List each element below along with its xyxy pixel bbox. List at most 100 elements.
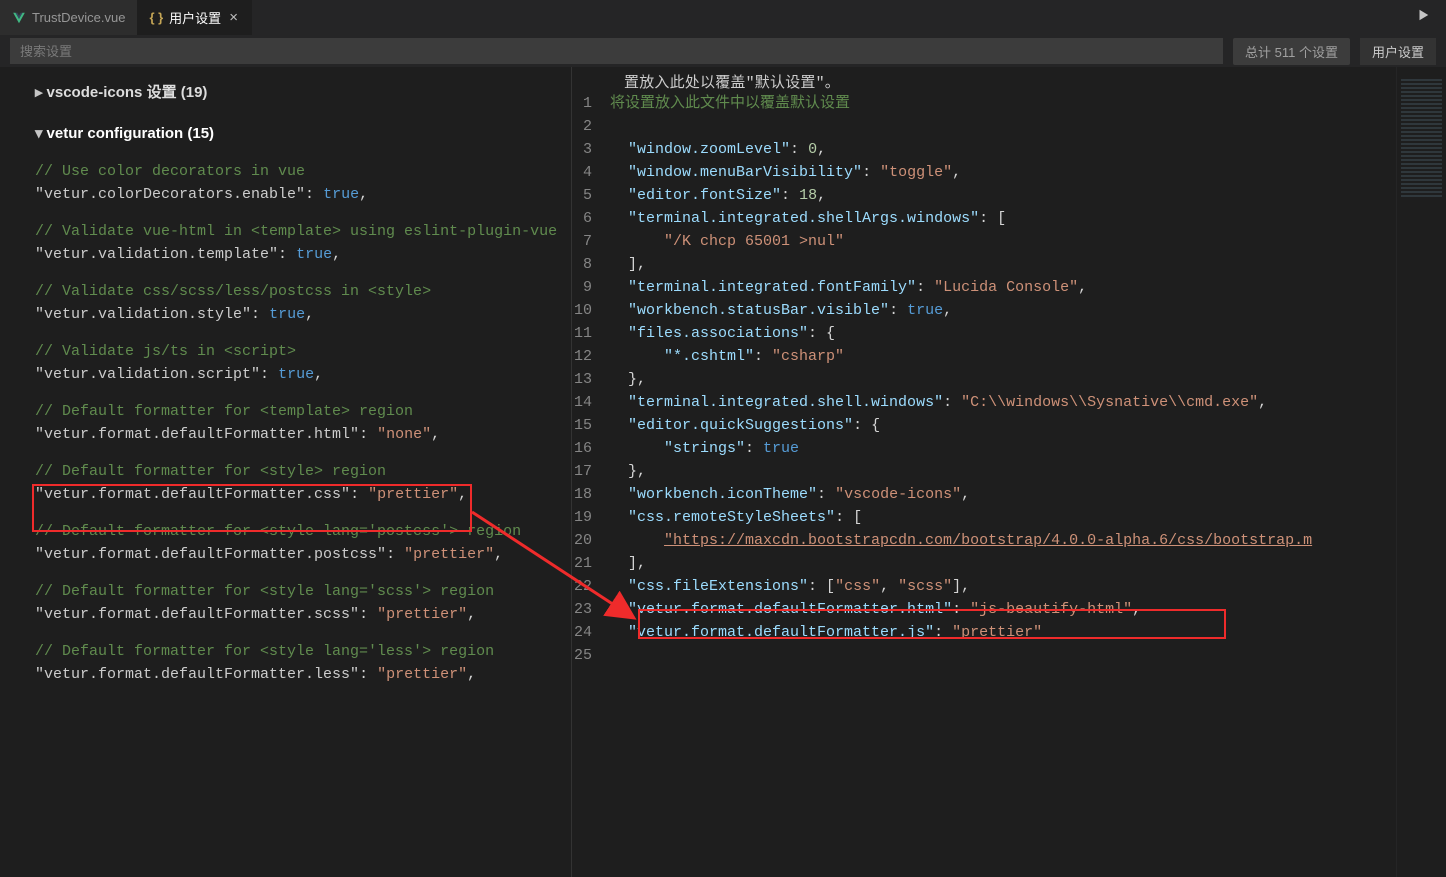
code-line[interactable]: 11 "files.associations": { — [572, 322, 1396, 345]
code-content: "strings": true — [610, 437, 1396, 460]
code-content: "window.menuBarVisibility": "toggle", — [610, 161, 1396, 184]
close-icon[interactable]: × — [227, 9, 240, 26]
section-vetur[interactable]: ▾ vetur configuration (15) — [35, 120, 571, 146]
setting-item[interactable]: // Default formatter for <style lang='le… — [35, 640, 567, 686]
setting-keyvalue: "vetur.validation.style": true, — [35, 303, 567, 326]
line-number: 19 — [572, 506, 610, 529]
tab-label: 用户设置 — [169, 8, 221, 27]
setting-item[interactable]: // Validate js/ts in <script>"vetur.vali… — [35, 340, 567, 386]
setting-comment: // Validate vue-html in <template> using… — [35, 220, 567, 243]
tab-label: TrustDevice.vue — [32, 10, 125, 25]
line-number: 13 — [572, 368, 610, 391]
code-content — [610, 115, 1396, 138]
code-line[interactable]: 14 "terminal.integrated.shell.windows": … — [572, 391, 1396, 414]
setting-item[interactable]: // Default formatter for <style> region"… — [35, 460, 567, 506]
tab-bar: TrustDevice.vue { } 用户设置 × — [0, 0, 1446, 35]
default-settings-pane: ▸ vscode-icons 设置 (19) ▾ vetur configura… — [0, 67, 572, 877]
line-number: 24 — [572, 621, 610, 644]
code-line[interactable]: 8 ], — [572, 253, 1396, 276]
tab-user-settings[interactable]: { } 用户设置 × — [137, 0, 252, 35]
settings-search-row: 总计 511 个设置 用户设置 — [0, 35, 1446, 67]
code-content: "css.remoteStyleSheets": [ — [610, 506, 1396, 529]
code-line[interactable]: 16 "strings": true — [572, 437, 1396, 460]
setting-comment: // Use color decorators in vue — [35, 160, 567, 183]
setting-keyvalue: "vetur.colorDecorators.enable": true, — [35, 183, 567, 206]
vue-file-icon — [12, 11, 26, 25]
code-line[interactable]: 18 "workbench.iconTheme": "vscode-icons"… — [572, 483, 1396, 506]
setting-comment: // Default formatter for <style lang='po… — [35, 520, 567, 543]
setting-comment: // Default formatter for <style lang='le… — [35, 640, 567, 663]
line-number: 5 — [572, 184, 610, 207]
line-number: 10 — [572, 299, 610, 322]
code-line[interactable]: 24 "vetur.format.defaultFormatter.js": "… — [572, 621, 1396, 644]
code-content: "/K chcp 65001 >nul" — [610, 230, 1396, 253]
line-number: 2 — [572, 115, 610, 138]
line-number: 14 — [572, 391, 610, 414]
code-line[interactable]: 10 "workbench.statusBar.visible": true, — [572, 299, 1396, 322]
code-line[interactable]: 19 "css.remoteStyleSheets": [ — [572, 506, 1396, 529]
code-content: "files.associations": { — [610, 322, 1396, 345]
code-line[interactable]: 22 "css.fileExtensions": ["css", "scss"]… — [572, 575, 1396, 598]
code-line[interactable]: 9 "terminal.integrated.fontFamily": "Luc… — [572, 276, 1396, 299]
setting-keyvalue: "vetur.format.defaultFormatter.postcss":… — [35, 543, 567, 566]
code-content: "terminal.integrated.shell.windows": "C:… — [610, 391, 1396, 414]
setting-item[interactable]: // Default formatter for <style lang='sc… — [35, 580, 567, 626]
code-line[interactable]: 23 "vetur.format.defaultFormatter.html":… — [572, 598, 1396, 621]
line-number: 17 — [572, 460, 610, 483]
code-line[interactable]: 21 ], — [572, 552, 1396, 575]
line-number: 23 — [572, 598, 610, 621]
setting-comment: // Default formatter for <style> region — [35, 460, 567, 483]
search-input[interactable] — [10, 38, 1223, 64]
code-line[interactable]: 4 "window.menuBarVisibility": "toggle", — [572, 161, 1396, 184]
line-number: 12 — [572, 345, 610, 368]
code-content: ], — [610, 552, 1396, 575]
code-content: "workbench.statusBar.visible": true, — [610, 299, 1396, 322]
setting-comment: // Default formatter for <template> regi… — [35, 400, 567, 423]
setting-item[interactable]: // Default formatter for <style lang='po… — [35, 520, 567, 566]
line-number: 1 — [572, 92, 610, 115]
code-content: ], — [610, 253, 1396, 276]
run-icon[interactable] — [1416, 8, 1430, 27]
setting-comment: // Default formatter for <style lang='sc… — [35, 580, 567, 603]
code-content: "workbench.iconTheme": "vscode-icons", — [610, 483, 1396, 506]
code-line[interactable]: 3 "window.zoomLevel": 0, — [572, 138, 1396, 161]
code-content: }, — [610, 460, 1396, 483]
code-line[interactable]: 25 — [572, 644, 1396, 667]
setting-item[interactable]: // Default formatter for <template> regi… — [35, 400, 567, 446]
setting-comment: // Validate css/scss/less/postcss in <st… — [35, 280, 567, 303]
code-line[interactable]: 1将设置放入此文件中以覆盖默认设置 — [572, 92, 1396, 115]
line-number: 3 — [572, 138, 610, 161]
section-vscode-icons[interactable]: ▸ vscode-icons 设置 (19) — [35, 77, 571, 106]
user-settings-tab[interactable]: 用户设置 — [1360, 38, 1436, 65]
code-line[interactable]: 7 "/K chcp 65001 >nul" — [572, 230, 1396, 253]
override-banner: 置放入此处以覆盖"默认设置"。 — [572, 67, 1396, 92]
code-line[interactable]: 15 "editor.quickSuggestions": { — [572, 414, 1396, 437]
setting-keyvalue: "vetur.format.defaultFormatter.scss": "p… — [35, 603, 567, 626]
settings-count: 总计 511 个设置 — [1233, 38, 1350, 65]
chevron-down-icon: ▾ — [35, 124, 43, 142]
setting-keyvalue: "vetur.validation.template": true, — [35, 243, 567, 266]
code-line[interactable]: 13 }, — [572, 368, 1396, 391]
line-number: 8 — [572, 253, 610, 276]
code-content: "editor.fontSize": 18, — [610, 184, 1396, 207]
code-line[interactable]: 20 "https://maxcdn.bootstrapcdn.com/boot… — [572, 529, 1396, 552]
code-line[interactable]: 12 "*.cshtml": "csharp" — [572, 345, 1396, 368]
code-content: "editor.quickSuggestions": { — [610, 414, 1396, 437]
setting-item[interactable]: // Validate vue-html in <template> using… — [35, 220, 567, 266]
setting-keyvalue: "vetur.validation.script": true, — [35, 363, 567, 386]
line-number: 16 — [572, 437, 610, 460]
code-line[interactable]: 6 "terminal.integrated.shellArgs.windows… — [572, 207, 1396, 230]
line-number: 7 — [572, 230, 610, 253]
tab-trustdevice[interactable]: TrustDevice.vue — [0, 0, 137, 35]
chevron-down-icon: ▸ — [35, 83, 43, 101]
minimap[interactable] — [1396, 67, 1446, 877]
setting-item[interactable]: // Use color decorators in vue"vetur.col… — [35, 160, 567, 206]
line-number: 4 — [572, 161, 610, 184]
code-line[interactable]: 5 "editor.fontSize": 18, — [572, 184, 1396, 207]
setting-item[interactable]: // Validate css/scss/less/postcss in <st… — [35, 280, 567, 326]
json-file-icon: { } — [149, 10, 163, 25]
line-number: 9 — [572, 276, 610, 299]
code-line[interactable]: 2 — [572, 115, 1396, 138]
code-line[interactable]: 17 }, — [572, 460, 1396, 483]
line-number: 6 — [572, 207, 610, 230]
